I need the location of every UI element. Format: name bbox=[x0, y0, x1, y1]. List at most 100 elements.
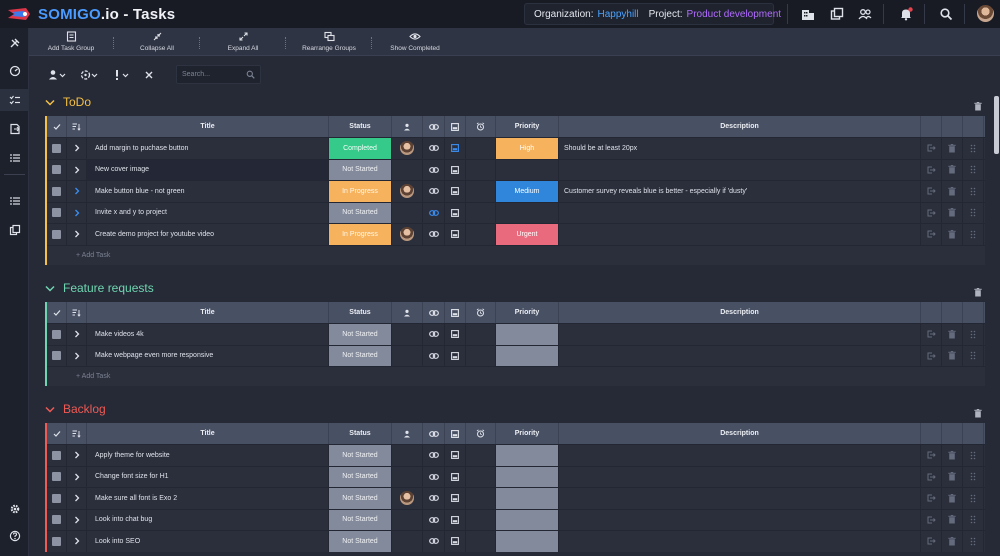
link-icon[interactable] bbox=[423, 224, 445, 245]
status-cell[interactable]: In Progress bbox=[329, 224, 392, 245]
delete-task-icon[interactable] bbox=[942, 509, 963, 530]
sidebar-item-settings[interactable] bbox=[0, 498, 29, 520]
priority-cell[interactable]: Urgent bbox=[496, 224, 559, 245]
rearrange-groups-button[interactable]: Rearrange Groups bbox=[289, 30, 369, 52]
assignee-cell[interactable] bbox=[392, 345, 423, 366]
attachment-icon[interactable] bbox=[445, 509, 466, 530]
table-row[interactable]: Look into SEO Not Started bbox=[47, 530, 985, 552]
assignee-cell[interactable] bbox=[392, 466, 423, 487]
priority-cell[interactable]: Medium bbox=[496, 181, 559, 202]
task-description[interactable] bbox=[559, 509, 921, 530]
attachment-icon[interactable] bbox=[445, 445, 466, 466]
attachment-icon[interactable] bbox=[445, 488, 466, 509]
status-badge[interactable]: Not Started bbox=[329, 324, 391, 345]
add-task-button[interactable]: + Add Task bbox=[47, 244, 985, 265]
sidebar-item-dashboard[interactable] bbox=[0, 60, 29, 82]
table-row[interactable]: Change font size for H1 Not Started bbox=[47, 465, 985, 487]
status-column-header[interactable]: Status bbox=[329, 302, 392, 323]
group-title[interactable]: Feature requests bbox=[63, 281, 154, 295]
task-title[interactable]: Make button blue - not green bbox=[87, 181, 329, 202]
drag-handle-icon[interactable] bbox=[963, 531, 984, 552]
attachment-icon[interactable] bbox=[445, 138, 466, 159]
windows-icon[interactable] bbox=[830, 7, 844, 21]
task-description[interactable] bbox=[559, 445, 921, 466]
task-checkbox[interactable] bbox=[47, 224, 67, 245]
clear-filters-button[interactable] bbox=[144, 68, 154, 82]
priority-cell[interactable] bbox=[496, 345, 559, 366]
task-title[interactable]: Make videos 4k bbox=[87, 324, 329, 345]
priority-badge[interactable]: Medium bbox=[496, 181, 558, 202]
status-cell[interactable]: Not Started bbox=[329, 345, 392, 366]
priority-badge[interactable] bbox=[496, 509, 558, 530]
link-icon[interactable] bbox=[423, 138, 445, 159]
user-avatar[interactable] bbox=[977, 5, 994, 22]
assignee-cell[interactable] bbox=[392, 324, 423, 345]
assignee-cell[interactable] bbox=[392, 531, 423, 552]
drag-handle-icon[interactable] bbox=[963, 445, 984, 466]
move-task-icon[interactable] bbox=[921, 509, 942, 530]
add-task-button[interactable]: + Add Task bbox=[47, 366, 985, 386]
expand-row-icon[interactable] bbox=[67, 466, 87, 487]
task-description[interactable] bbox=[559, 159, 921, 180]
status-badge[interactable]: Not Started bbox=[329, 531, 391, 552]
task-title[interactable]: Look into chat bug bbox=[87, 509, 329, 530]
task-description[interactable]: Customer survey reveals blue is better -… bbox=[559, 181, 921, 202]
search-field[interactable]: Search... bbox=[176, 65, 261, 84]
table-row[interactable]: Apply theme for website Not Started bbox=[47, 444, 985, 466]
sort-column[interactable] bbox=[67, 423, 87, 444]
sidebar-item-tasks[interactable] bbox=[0, 89, 29, 111]
link-icon[interactable] bbox=[423, 531, 445, 552]
delete-task-icon[interactable] bbox=[942, 324, 963, 345]
chevron-down-icon[interactable] bbox=[45, 400, 55, 418]
move-task-icon[interactable] bbox=[921, 202, 942, 223]
assignee-cell[interactable] bbox=[392, 202, 423, 223]
sidebar-item-export[interactable] bbox=[0, 118, 29, 140]
priority-column-header[interactable]: Priority bbox=[496, 423, 559, 444]
task-title[interactable]: Apply theme for website bbox=[87, 445, 329, 466]
sort-column[interactable] bbox=[67, 302, 87, 323]
reminder-cell[interactable] bbox=[466, 445, 496, 466]
attachment-icon[interactable] bbox=[445, 345, 466, 366]
task-title[interactable]: Make sure all font is Exo 2 bbox=[87, 488, 329, 509]
task-description[interactable] bbox=[559, 202, 921, 223]
search-input[interactable]: Search... bbox=[182, 71, 246, 78]
expand-row-icon[interactable] bbox=[67, 488, 87, 509]
task-description[interactable] bbox=[559, 488, 921, 509]
app-logo[interactable]: SOMIGO.io - Tasks bbox=[6, 5, 175, 23]
assignee-cell[interactable] bbox=[392, 445, 423, 466]
reminder-cell[interactable] bbox=[466, 324, 496, 345]
delete-task-icon[interactable] bbox=[942, 466, 963, 487]
collapse-all-button[interactable]: Collapse All bbox=[117, 30, 197, 52]
show-completed-button[interactable]: Show Completed bbox=[375, 30, 455, 52]
delete-task-icon[interactable] bbox=[942, 181, 963, 202]
drag-handle-icon[interactable] bbox=[963, 324, 984, 345]
drag-handle-icon[interactable] bbox=[963, 488, 984, 509]
zoom-icon[interactable] bbox=[939, 7, 953, 21]
attachment-icon[interactable] bbox=[445, 159, 466, 180]
link-icon[interactable] bbox=[423, 181, 445, 202]
attachment-icon[interactable] bbox=[445, 181, 466, 202]
chevron-down-icon[interactable] bbox=[45, 93, 55, 111]
expand-row-icon[interactable] bbox=[67, 531, 87, 552]
link-icon[interactable] bbox=[423, 488, 445, 509]
group-header[interactable]: Feature requests bbox=[45, 280, 154, 296]
expand-all-button[interactable]: Expand All bbox=[203, 30, 283, 52]
priority-cell[interactable]: High bbox=[496, 138, 559, 159]
task-title[interactable]: Change font size for H1 bbox=[87, 466, 329, 487]
drag-handle-icon[interactable] bbox=[963, 466, 984, 487]
table-row[interactable]: Make button blue - not green In Progress M… bbox=[47, 180, 985, 202]
priority-filter[interactable] bbox=[113, 68, 131, 82]
priority-cell[interactable] bbox=[496, 324, 559, 345]
status-badge[interactable]: Not Started bbox=[329, 445, 391, 466]
status-cell[interactable]: Not Started bbox=[329, 324, 392, 345]
move-task-icon[interactable] bbox=[921, 445, 942, 466]
status-badge[interactable]: Not Started bbox=[329, 159, 391, 180]
assignee-cell[interactable] bbox=[392, 159, 423, 180]
reminder-cell[interactable] bbox=[466, 159, 496, 180]
delete-task-icon[interactable] bbox=[942, 202, 963, 223]
status-badge[interactable]: Not Started bbox=[329, 466, 391, 487]
delete-task-icon[interactable] bbox=[942, 345, 963, 366]
priority-badge[interactable] bbox=[496, 466, 558, 487]
status-cell[interactable]: In Progress bbox=[329, 181, 392, 202]
expand-row-icon[interactable] bbox=[67, 324, 87, 345]
